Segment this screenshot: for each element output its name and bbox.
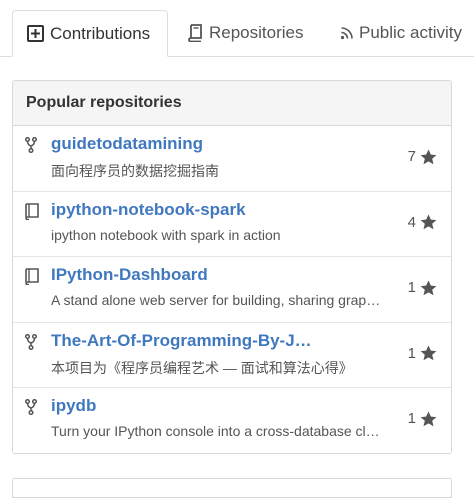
repo-item[interactable]: ipydb Turn your IPython console into a c… [13, 388, 451, 453]
star-count: 1 [407, 410, 416, 428]
tab-public-activity[interactable]: Public activity [340, 10, 462, 56]
repo-description: 本项目为《程序员编程艺术 — 面试和算法心得》 [51, 359, 353, 376]
repo-description: ipython notebook with spark in action [51, 226, 281, 243]
star-icon [420, 149, 437, 165]
star-icon [420, 411, 437, 427]
tab-repositories-label: Repositories [209, 23, 304, 42]
repo-stars: 4 [408, 214, 437, 231]
repo-stars: 1 [408, 279, 437, 296]
repo-book-icon [25, 202, 39, 225]
tab-public-activity-label: Public activity [359, 23, 462, 42]
repo-name-link[interactable]: The-Art-Of-Programming-By-J… [51, 331, 312, 351]
book-icon [188, 24, 203, 42]
star-icon [420, 214, 437, 230]
tab-contributions-label: Contributions [50, 23, 151, 43]
profile-tabs: Contributions Repositories Public activi… [0, 0, 474, 57]
popular-repositories-heading: Popular repositories [13, 81, 451, 126]
popular-repositories-box: Popular repositories guidetodatamining 面… [12, 80, 452, 454]
star-icon [420, 280, 437, 296]
repo-item[interactable]: The-Art-Of-Programming-By-J… 本项目为《程序员编程艺… [13, 323, 451, 389]
repo-stars: 7 [408, 148, 437, 165]
repo-name-link[interactable]: guidetodatamining [51, 134, 203, 154]
repo-book-icon [25, 268, 39, 290]
repo-item[interactable]: guidetodatamining 面向程序员的数据挖掘指南 7 [13, 126, 451, 192]
tab-repositories[interactable]: Repositories [188, 10, 304, 56]
rss-icon [340, 26, 354, 40]
star-count: 1 [407, 279, 416, 297]
repo-item[interactable]: ipython-notebook-spark ipython notebook … [13, 192, 451, 258]
next-section-box [12, 478, 452, 498]
repo-name-link[interactable]: IPython-Dashboard [51, 265, 208, 285]
repo-description: 面向程序员的数据挖掘指南 [51, 163, 219, 179]
repo-name-link[interactable]: ipydb [51, 396, 96, 416]
repo-name-link[interactable]: ipython-notebook-spark [51, 200, 246, 220]
repo-item[interactable]: IPython-Dashboard A stand alone web serv… [13, 257, 451, 323]
star-count: 4 [407, 213, 416, 231]
plus-square-icon [27, 25, 44, 42]
fork-icon [24, 136, 38, 158]
star-count: 7 [407, 148, 416, 165]
star-icon [420, 345, 437, 361]
repo-stars: 1 [408, 345, 437, 362]
star-count: 1 [407, 344, 416, 362]
repo-description: Turn your IPython console into a cross-d… [51, 423, 381, 440]
fork-icon [24, 333, 38, 355]
repo-stars: 1 [408, 410, 437, 427]
repo-description: A stand alone web server for building, s… [51, 292, 381, 309]
fork-icon [24, 399, 38, 420]
tab-contributions[interactable]: Contributions [12, 10, 168, 57]
